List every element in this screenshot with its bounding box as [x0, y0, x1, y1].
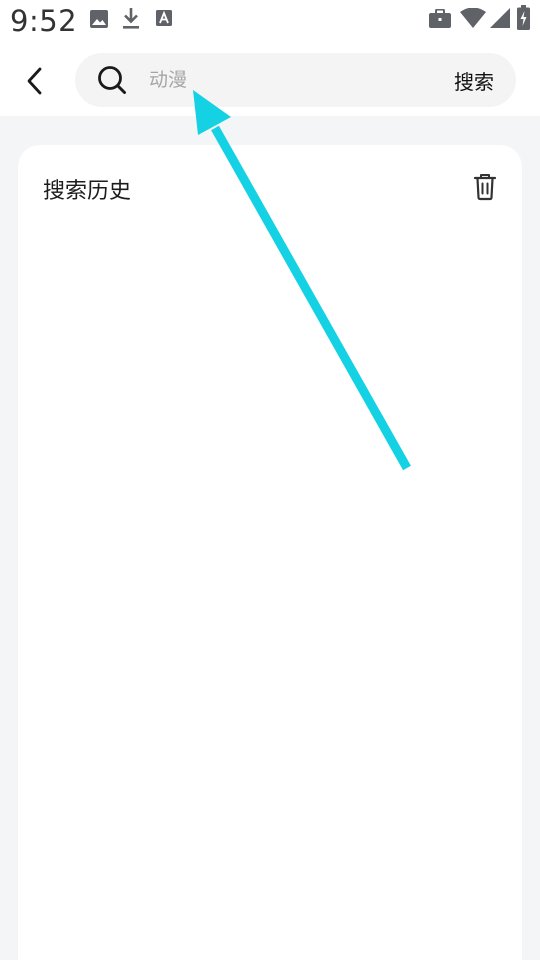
- search-input[interactable]: [149, 61, 429, 99]
- download-icon: [123, 8, 139, 29]
- status-time: 9:52: [10, 4, 78, 38]
- chevron-left-icon: [27, 67, 42, 95]
- clear-history-button[interactable]: [472, 173, 498, 201]
- search-icon: [98, 66, 126, 94]
- search-history-title: 搜索历史: [43, 179, 132, 204]
- search-history-card: 搜索历史: [18, 145, 522, 960]
- search-page: 9:52 动漫 搜索 搜索历史: [0, 0, 540, 960]
- font-icon: [156, 10, 172, 26]
- search-bar[interactable]: 搜索: [75, 53, 516, 107]
- battery-charging-icon: [517, 5, 530, 30]
- image-icon: [90, 10, 108, 28]
- briefcase-icon: [429, 9, 451, 28]
- search-button[interactable]: 搜索: [454, 66, 494, 95]
- wifi-icon: [460, 8, 486, 28]
- trash-icon: [473, 174, 497, 201]
- status-bar: 9:52: [0, 0, 540, 46]
- back-button[interactable]: [18, 64, 52, 98]
- signal-icon: [490, 8, 510, 28]
- search-header: 搜索: [0, 46, 540, 116]
